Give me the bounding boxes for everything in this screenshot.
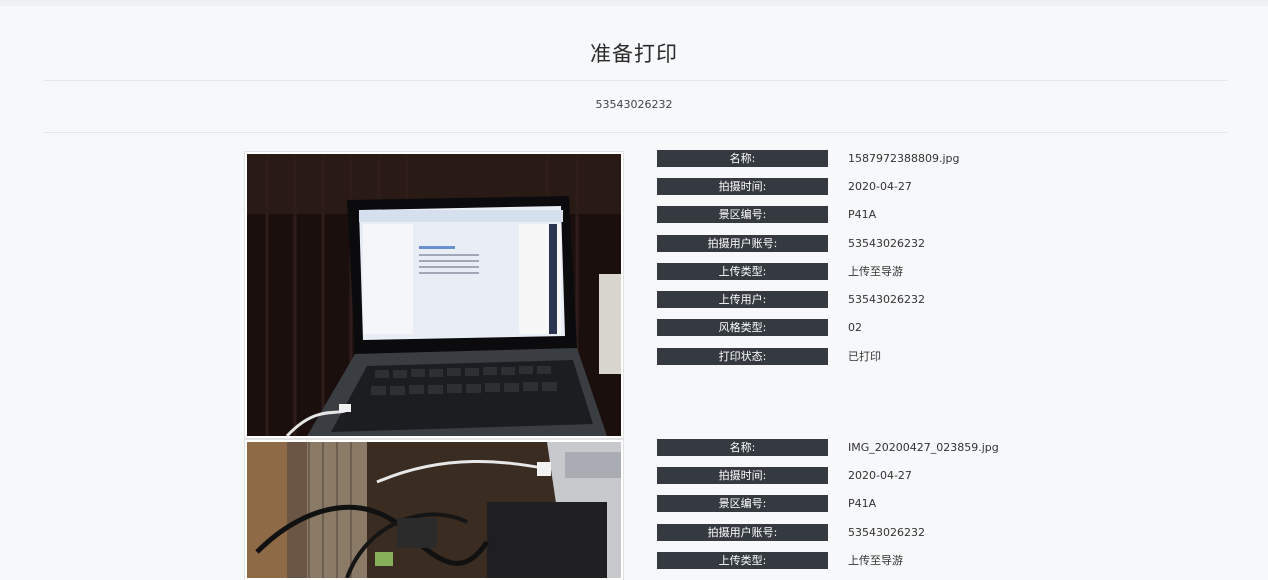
name-label: 名称: [657, 150, 828, 167]
upload-type-value: 上传至导游 [848, 265, 903, 278]
user-account-subtitle: 53543026232 [595, 98, 673, 111]
name-value: IMG_20200427_023859.jpg [848, 441, 999, 454]
scenic-id-label: 景区编号: [657, 495, 828, 512]
print-status-value: 已打印 [848, 350, 881, 363]
name-label: 名称: [657, 439, 828, 456]
shoot-time-value: 2020-04-27 [848, 469, 912, 482]
scenic-id-label: 景区编号: [657, 206, 828, 223]
style-type-label: 风格类型: [657, 319, 828, 336]
name-value: 1587972388809.jpg [848, 152, 960, 165]
uploader-label: 上传用户: [657, 291, 828, 308]
uploader-value: 53543026232 [848, 293, 925, 306]
top-bar [0, 0, 1268, 6]
page-title: 准备打印 [590, 42, 678, 66]
shooter-account-value: 53543026232 [848, 526, 925, 539]
subtitle-divider [44, 132, 1227, 133]
shoot-time-value: 2020-04-27 [848, 180, 912, 193]
style-type-value: 02 [848, 321, 862, 334]
shooter-account-label: 拍摄用户账号: [657, 524, 828, 541]
upload-type-label: 上传类型: [657, 552, 828, 569]
photo-1[interactable] [245, 152, 623, 438]
scenic-id-value: P41A [848, 208, 877, 221]
shoot-time-label: 拍摄时间: [657, 178, 828, 195]
shoot-time-label: 拍摄时间: [657, 467, 828, 484]
scenic-id-value: P41A [848, 497, 877, 510]
title-divider [44, 80, 1227, 81]
upload-type-label: 上传类型: [657, 263, 828, 280]
photo-2[interactable] [245, 440, 623, 580]
shooter-account-value: 53543026232 [848, 237, 925, 250]
print-status-label: 打印状态: [657, 348, 828, 365]
shooter-account-label: 拍摄用户账号: [657, 235, 828, 252]
upload-type-value: 上传至导游 [848, 554, 903, 567]
